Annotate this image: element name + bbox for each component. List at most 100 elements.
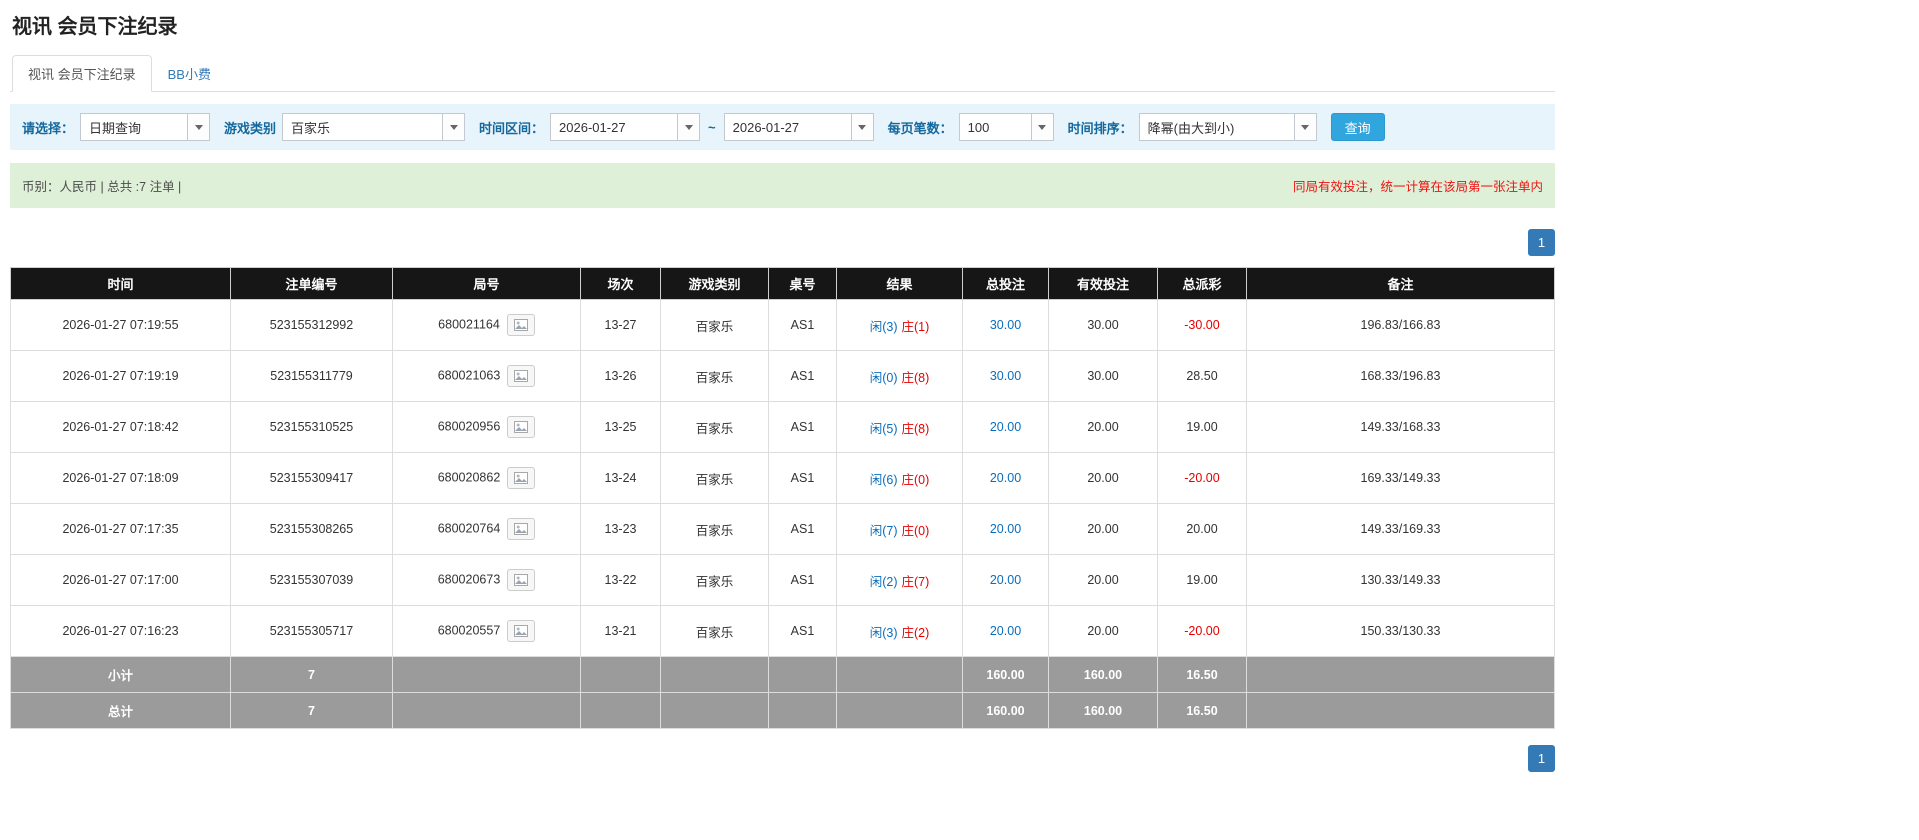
subtotal-total-bet: 160.00	[962, 656, 1049, 693]
round-number: 680021164	[438, 317, 500, 332]
cell-bet-id: 523155311779	[230, 350, 393, 402]
cell-remark: 130.33/149.33	[1246, 554, 1555, 606]
round-number: 680021063	[437, 368, 501, 383]
date-separator: ~	[708, 119, 716, 135]
cell-game-type: 百家乐	[660, 452, 769, 504]
header-result: 结果	[836, 267, 963, 300]
cell-bet-id: 523155305717	[230, 605, 393, 657]
page-size-input[interactable]	[959, 114, 1031, 140]
round-result-image-button[interactable]	[507, 620, 536, 642]
round-result-image-button[interactable]	[506, 314, 535, 336]
round-result-image-button[interactable]	[507, 569, 536, 591]
cell-round: 680021164	[392, 299, 581, 351]
cell-table-no: AS1	[768, 401, 837, 453]
cell-valid-bet: 20.00	[1048, 605, 1158, 657]
date-range-label: 时间区间：	[479, 120, 545, 136]
round-number: 680020557	[437, 623, 501, 638]
header-table-no: 桌号	[768, 267, 837, 300]
total-bet-link[interactable]: 20.00	[990, 471, 1021, 485]
result-player: 闲(7)	[869, 523, 898, 538]
total-bet-link[interactable]: 20.00	[990, 573, 1021, 587]
total-label: 总计	[10, 692, 231, 729]
query-type-input[interactable]	[81, 114, 188, 140]
subtotal-valid-bet: 160.00	[1048, 656, 1158, 693]
round-number: 680020956	[437, 419, 501, 434]
cell-bet-id: 523155312992	[230, 299, 393, 351]
date-to-input[interactable]	[724, 114, 851, 140]
cell-bet-id: 523155307039	[230, 554, 393, 606]
result-player: 闲(2)	[869, 574, 898, 589]
page-container: 视讯 会员下注纪录 视讯 会员下注纪录 BB小费 请选择： 游戏类别 时间区间：…	[10, 10, 1555, 772]
page-button-1-bottom[interactable]: 1	[1528, 745, 1555, 772]
date-to-combobox	[723, 113, 874, 141]
cell-payout: 19.00	[1157, 401, 1247, 453]
cell-time: 2026-01-27 07:17:00	[10, 554, 231, 606]
round-result-image-button[interactable]	[507, 467, 536, 489]
image-icon	[514, 574, 529, 586]
total-valid-bet: 160.00	[1048, 692, 1158, 729]
table-body: 2026-01-27 07:19:55 523155312992 6800211…	[10, 299, 1555, 657]
caret-down-icon	[1301, 124, 1310, 130]
total-bet-link[interactable]: 20.00	[990, 522, 1021, 536]
page-size-dropdown-button[interactable]	[1030, 114, 1053, 140]
result-banker: 庄(8)	[901, 370, 930, 385]
cell-valid-bet: 20.00	[1048, 452, 1158, 504]
time-sort-dropdown-button[interactable]	[1293, 114, 1316, 140]
query-type-dropdown-button[interactable]	[187, 114, 210, 140]
header-bet-id: 注单编号	[230, 267, 393, 300]
cell-remark: 149.33/169.33	[1246, 503, 1555, 555]
round-result-image-button[interactable]	[507, 518, 536, 540]
cell-result: 闲(7) 庄(0)	[836, 503, 963, 555]
time-sort-label: 时间排序：	[1067, 120, 1133, 136]
caret-down-icon	[858, 124, 867, 130]
cell-game-type: 百家乐	[660, 299, 769, 351]
header-session: 场次	[580, 267, 661, 300]
subtotal-payout: 16.50	[1157, 656, 1247, 693]
date-from-input[interactable]	[551, 114, 678, 140]
image-icon	[513, 319, 528, 331]
result-player: 闲(5)	[869, 421, 898, 436]
cell-total-bet: 20.00	[962, 554, 1049, 606]
cell-game-type: 百家乐	[660, 605, 769, 657]
cell-session: 13-24	[580, 452, 661, 504]
cell-bet-id: 523155309417	[230, 452, 393, 504]
table-header: 时间 注单编号 局号 场次 游戏类别 桌号 结果 总投注 有效投注 总派彩 备注	[10, 267, 1555, 300]
cell-remark: 150.33/130.33	[1246, 605, 1555, 657]
round-result-image-button[interactable]	[507, 416, 536, 438]
result-banker: 庄(0)	[901, 523, 930, 538]
table-row: 2026-01-27 07:19:55 523155312992 6800211…	[10, 299, 1555, 351]
date-to-dropdown-button[interactable]	[850, 114, 873, 140]
total-bet-link[interactable]: 20.00	[990, 624, 1021, 638]
cell-round: 680020956	[392, 401, 581, 453]
table-row: 2026-01-27 07:17:00 523155307039 6800206…	[10, 554, 1555, 606]
result-banker: 庄(2)	[901, 625, 930, 640]
round-result-image-button[interactable]	[507, 365, 536, 387]
cell-result: 闲(6) 庄(0)	[836, 452, 963, 504]
total-bet-link[interactable]: 30.00	[990, 369, 1021, 383]
caret-down-icon	[1038, 124, 1047, 130]
cell-valid-bet: 30.00	[1048, 350, 1158, 402]
time-sort-input[interactable]	[1139, 114, 1294, 140]
cell-valid-bet: 30.00	[1048, 299, 1158, 351]
result-banker: 庄(8)	[901, 421, 930, 436]
cell-table-no: AS1	[768, 503, 837, 555]
betting-records-table: 时间 注单编号 局号 场次 游戏类别 桌号 结果 总投注 有效投注 总派彩 备注…	[10, 267, 1555, 729]
search-button[interactable]: 查询	[1330, 113, 1385, 141]
summary-bar: 币别：人民币 | 总共 :7 注单 | 同局有效投注，统一计算在该局第一张注单内	[10, 163, 1555, 208]
game-type-input[interactable]	[283, 114, 443, 140]
total-bet-link[interactable]: 20.00	[990, 420, 1021, 434]
page-button-1[interactable]: 1	[1528, 229, 1555, 256]
date-from-dropdown-button[interactable]	[677, 114, 700, 140]
total-bet-link[interactable]: 30.00	[990, 318, 1021, 332]
cell-time: 2026-01-27 07:17:35	[10, 503, 231, 555]
tab-bb-tip[interactable]: BB小费	[152, 55, 227, 92]
cell-round: 680021063	[392, 350, 581, 402]
cell-session: 13-26	[580, 350, 661, 402]
cell-payout: 20.00	[1157, 503, 1247, 555]
cell-payout: -30.00	[1157, 299, 1247, 351]
cell-time: 2026-01-27 07:19:55	[10, 299, 231, 351]
tab-betting-records[interactable]: 视讯 会员下注纪录	[12, 55, 152, 92]
game-type-dropdown-button[interactable]	[442, 114, 465, 140]
game-type-label: 游戏类别	[224, 120, 277, 136]
query-type-combobox	[80, 113, 211, 141]
